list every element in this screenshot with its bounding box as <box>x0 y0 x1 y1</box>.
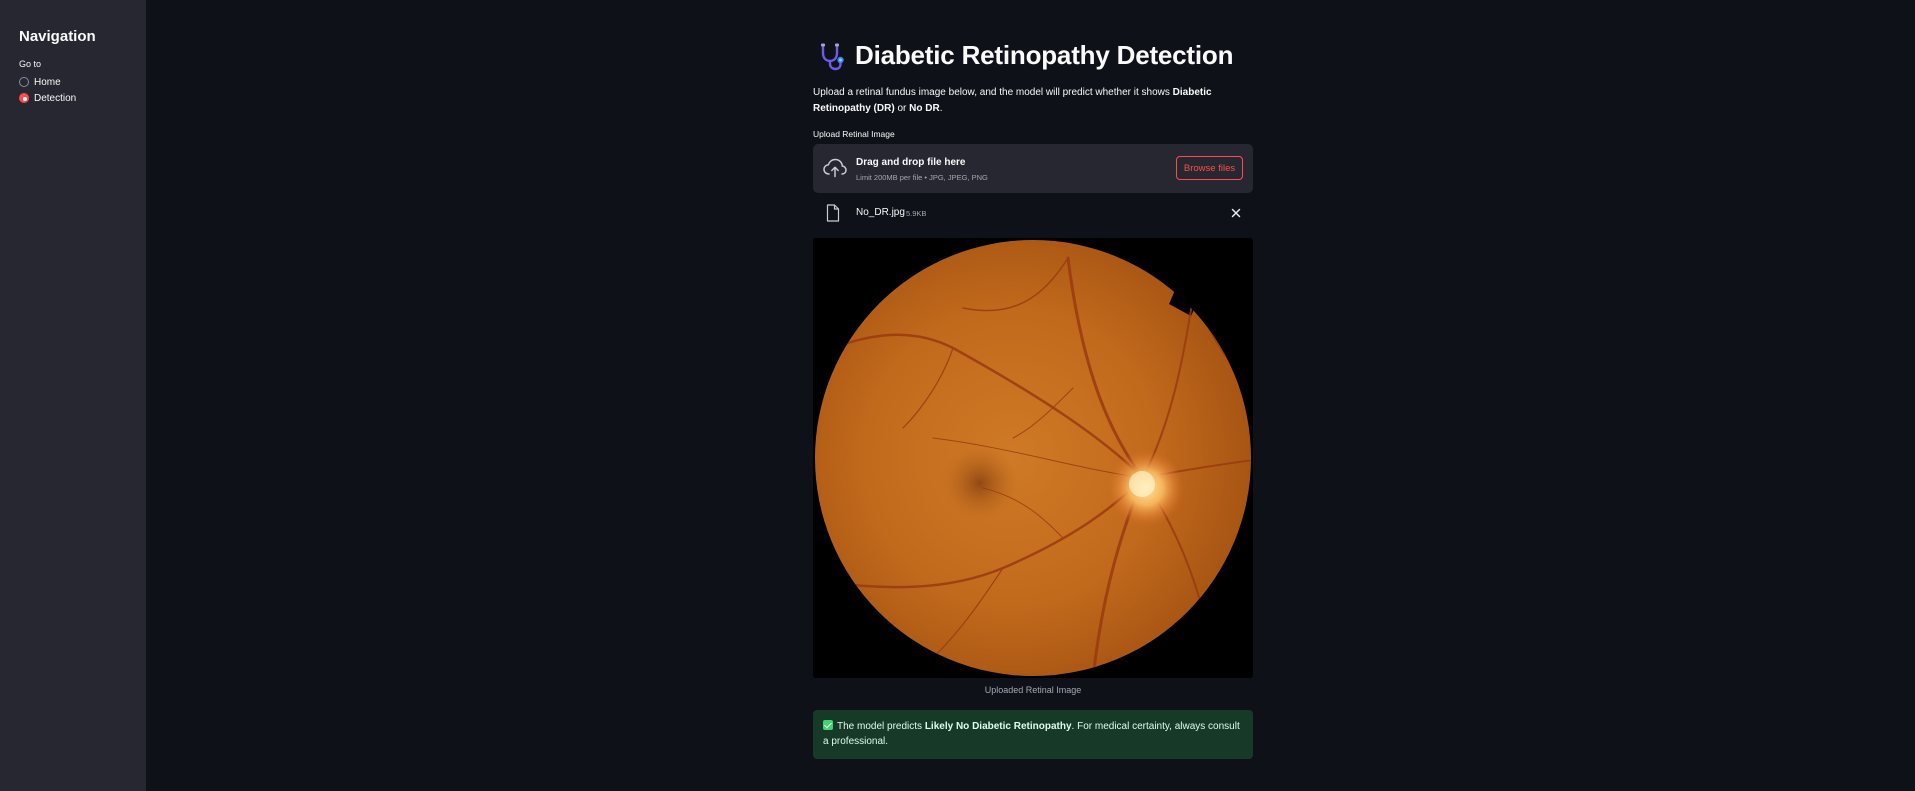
cloud-upload-icon <box>823 158 847 178</box>
radio-label-detection: Detection <box>34 92 77 104</box>
dropzone-instructions: Drag and drop file here <box>856 157 966 168</box>
file-uploader-label: Upload Retinal Image <box>813 129 895 139</box>
image-caption: Uploaded Retinal Image <box>984 685 1082 695</box>
intro-text: Upload a retinal fundus image below, and… <box>813 85 1253 117</box>
page-title: Diabetic Retinopathy Detection <box>855 40 1234 70</box>
radio-group-label: Go to <box>19 59 42 69</box>
sidebar-title: Navigation <box>19 28 96 45</box>
fundus-image <box>813 238 1253 678</box>
file-dropzone[interactable]: Drag and drop file here Limit 200MB per … <box>813 144 1253 193</box>
radio-option-home[interactable]: Home <box>19 74 146 90</box>
page-header: Diabetic Retinopathy Detection <box>817 40 1233 71</box>
result-prediction: Likely No Diabetic Retinopathy <box>924 721 1072 732</box>
stethoscope-icon <box>821 43 844 70</box>
sidebar: Navigation Go to Home Detection <box>0 0 146 791</box>
dropzone-limit-text: Limit 200MB per file • JPG, JPEG, PNG <box>856 173 988 182</box>
radio-label-home: Home <box>34 76 61 88</box>
file-icon <box>826 204 840 222</box>
radio-button-checked[interactable] <box>19 93 29 103</box>
intro-bold-nodr: No DR <box>909 103 940 114</box>
intro-mid: or <box>894 103 910 114</box>
uploaded-file-name: No_DR.jpg <box>856 207 905 218</box>
close-icon[interactable] <box>1229 206 1243 220</box>
radio-option-detection[interactable]: Detection <box>19 90 146 106</box>
intro-suffix: . <box>939 103 943 114</box>
prediction-result-alert: The model predicts Likely No Diabetic Re… <box>813 710 1253 759</box>
uploaded-file-size: 5.9KB <box>906 209 927 218</box>
intro-prefix: Upload a retinal fundus image below, and… <box>813 87 1173 98</box>
browse-files-button[interactable]: Browse files <box>1176 156 1243 180</box>
app: Navigation Go to Home Detection Diabetic… <box>0 0 1915 791</box>
uploaded-retina-image <box>813 238 1253 678</box>
check-icon <box>823 720 833 730</box>
radio-button-unchecked[interactable] <box>19 77 29 87</box>
uploaded-file-item: No_DR.jpg 5.9KB <box>813 203 1253 223</box>
result-prefix: The model predicts <box>837 721 925 732</box>
